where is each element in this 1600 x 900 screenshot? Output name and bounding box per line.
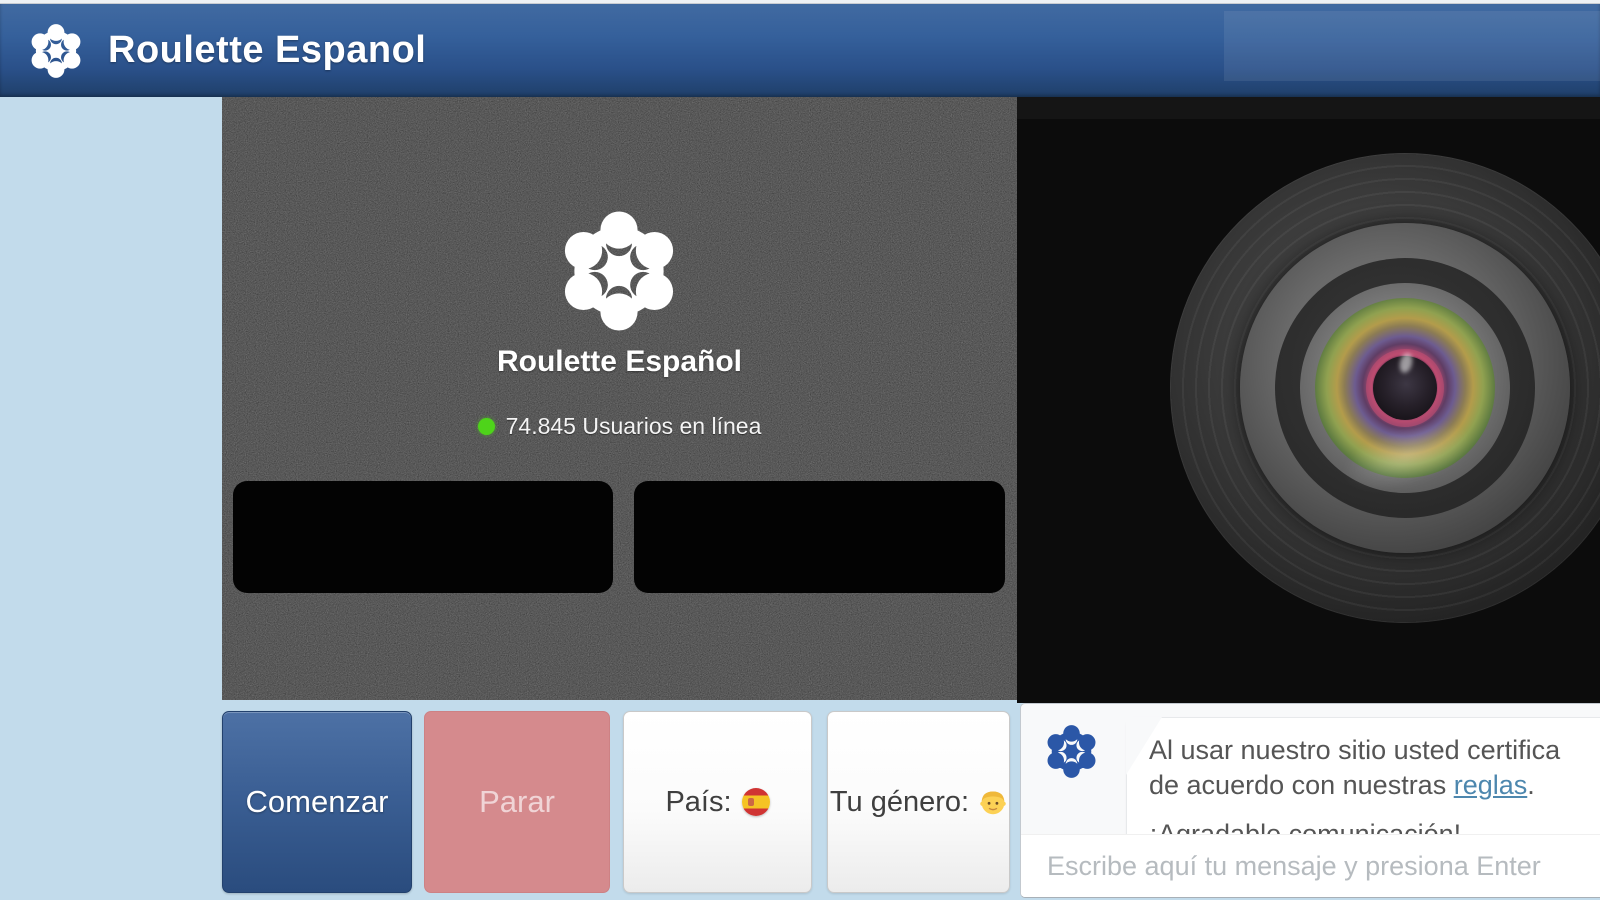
lens-shade xyxy=(1017,97,1600,119)
chat-message-line1: Al usar nuestro sitio usted certifica xyxy=(1149,733,1600,768)
brand-logo-icon-large xyxy=(557,209,681,333)
remote-video-panel xyxy=(1017,97,1600,703)
static-noise-texture xyxy=(222,97,1017,700)
header-highlight-box xyxy=(1224,11,1600,81)
chat-message-area: Al usar nuestro sitio usted certifica de… xyxy=(1021,704,1600,834)
video-placeholder-2 xyxy=(634,481,1005,593)
local-video-panel: Roulette Español 74.845 Usuarios en líne… xyxy=(222,97,1017,700)
chat-message-line2-period: . xyxy=(1527,770,1535,800)
online-count-label: 74.845 Usuarios en línea xyxy=(506,413,762,440)
country-label: País: xyxy=(665,786,731,819)
header-bar: Roulette Espanol xyxy=(0,4,1600,97)
chat-brand-logo-icon xyxy=(1044,724,1099,779)
chat-panel: Al usar nuestro sitio usted certifica de… xyxy=(1020,703,1600,898)
start-button[interactable]: Comenzar xyxy=(222,711,412,893)
rules-link[interactable]: reglas xyxy=(1454,770,1528,800)
brand-logo-icon xyxy=(28,23,84,79)
stop-button-label: Parar xyxy=(479,784,555,820)
online-dot-icon xyxy=(478,418,495,435)
chat-input-area xyxy=(1021,834,1600,897)
system-message-bubble: Al usar nuestro sitio usted certifica de… xyxy=(1126,717,1600,834)
gender-select-button[interactable]: Tu género: xyxy=(827,711,1010,893)
chat-message-line2: de acuerdo con nuestras reglas. xyxy=(1149,768,1600,803)
stop-button[interactable]: Parar xyxy=(424,711,610,893)
app-window: Roulette Espanol Roulette Español 74.845… xyxy=(0,0,1600,900)
boy-face-icon xyxy=(979,788,1007,816)
chat-message-input[interactable] xyxy=(1045,850,1600,883)
video-placeholder-1 xyxy=(233,481,613,593)
gender-label: Tu género: xyxy=(830,786,969,819)
chat-message-line2-text: de acuerdo con nuestras xyxy=(1149,770,1454,800)
start-button-label: Comenzar xyxy=(246,784,389,820)
chat-message-line3: ¡Agradable comunicación! xyxy=(1149,817,1600,834)
online-status-row: 74.845 Usuarios en línea xyxy=(222,413,1017,440)
stage-brand-title: Roulette Español xyxy=(222,345,1017,379)
country-select-button[interactable]: País: xyxy=(623,711,812,893)
site-title: Roulette Espanol xyxy=(108,4,426,97)
spain-flag-icon xyxy=(742,788,770,816)
